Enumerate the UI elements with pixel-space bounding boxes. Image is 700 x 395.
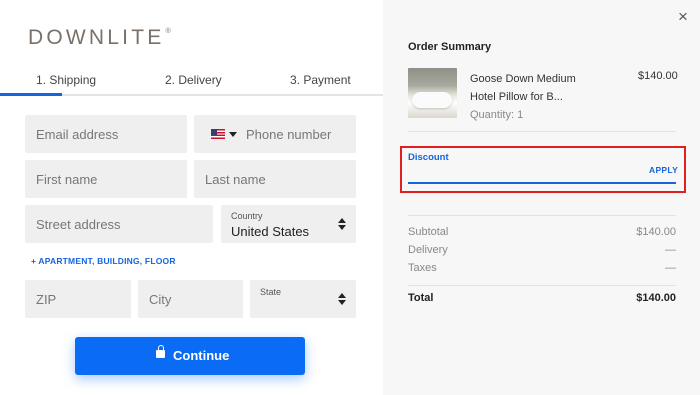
discount-underline bbox=[408, 182, 676, 184]
taxes-label: Taxes bbox=[408, 262, 437, 274]
checkout-steps: 1. Shipping 2. Delivery 3. Payment bbox=[0, 67, 383, 96]
divider bbox=[408, 215, 676, 216]
first-name-field[interactable]: First name bbox=[25, 160, 187, 198]
close-icon[interactable]: × bbox=[678, 8, 690, 25]
first-name-placeholder: First name bbox=[36, 172, 98, 187]
street-address-field[interactable]: Street address bbox=[25, 205, 213, 243]
subtotal-label: Subtotal bbox=[408, 226, 449, 238]
select-arrows-icon bbox=[338, 293, 346, 305]
order-summary-title: Order Summary bbox=[408, 41, 492, 53]
product-quantity: Quantity: 1 bbox=[470, 109, 524, 121]
phone-field[interactable]: Phone number bbox=[194, 115, 356, 153]
divider bbox=[408, 285, 676, 286]
product-price: $140.00 bbox=[638, 70, 678, 82]
lock-icon bbox=[156, 345, 165, 358]
discount-input[interactable] bbox=[408, 164, 676, 182]
brand-logo: DOWNLITE® bbox=[28, 26, 171, 50]
zip-field[interactable]: ZIP bbox=[25, 280, 131, 318]
taxes-value: — bbox=[665, 262, 676, 274]
last-name-field[interactable]: Last name bbox=[194, 160, 356, 198]
product-name: Goose Down Medium Hotel Pillow for B... bbox=[470, 73, 576, 103]
state-select[interactable]: State bbox=[250, 280, 356, 318]
steps-active-indicator bbox=[0, 93, 62, 96]
product-thumbnail bbox=[408, 68, 457, 118]
country-value: United States bbox=[231, 224, 310, 239]
delivery-value: — bbox=[665, 244, 676, 256]
city-field[interactable]: City bbox=[138, 280, 243, 318]
phone-placeholder: Phone number bbox=[246, 127, 332, 142]
country-select[interactable]: Country United States bbox=[221, 205, 356, 243]
registered-mark: ® bbox=[165, 28, 171, 35]
select-arrows-icon bbox=[338, 218, 346, 230]
tab-shipping[interactable]: 1. Shipping bbox=[36, 73, 96, 87]
state-label: State bbox=[260, 287, 282, 297]
email-placeholder: Email address bbox=[36, 127, 119, 142]
order-summary-panel bbox=[383, 0, 700, 395]
logo-text: DOWNLITE bbox=[28, 26, 165, 49]
discount-label: Discount bbox=[408, 152, 449, 163]
country-label: Country bbox=[231, 211, 263, 221]
subtotal-value: $140.00 bbox=[636, 226, 676, 238]
total-value: $140.00 bbox=[636, 292, 676, 304]
caret-down-icon[interactable] bbox=[229, 132, 237, 137]
continue-label: Continue bbox=[173, 348, 230, 363]
divider bbox=[408, 131, 676, 132]
total-label: Total bbox=[408, 292, 434, 304]
continue-button[interactable]: Continue bbox=[75, 337, 305, 375]
tab-payment[interactable]: 3. Payment bbox=[290, 73, 351, 87]
email-field[interactable]: Email address bbox=[25, 115, 187, 153]
apply-discount-button[interactable]: APPLY bbox=[649, 165, 678, 175]
us-flag-icon[interactable] bbox=[211, 129, 225, 139]
street-placeholder: Street address bbox=[36, 217, 121, 232]
delivery-label: Delivery bbox=[408, 244, 448, 256]
city-placeholder: City bbox=[149, 292, 172, 307]
zip-placeholder: ZIP bbox=[36, 292, 57, 307]
tab-delivery[interactable]: 2. Delivery bbox=[165, 73, 222, 87]
last-name-placeholder: Last name bbox=[205, 172, 266, 187]
add-apartment-link[interactable]: + APARTMENT, BUILDING, FLOOR bbox=[31, 256, 176, 266]
